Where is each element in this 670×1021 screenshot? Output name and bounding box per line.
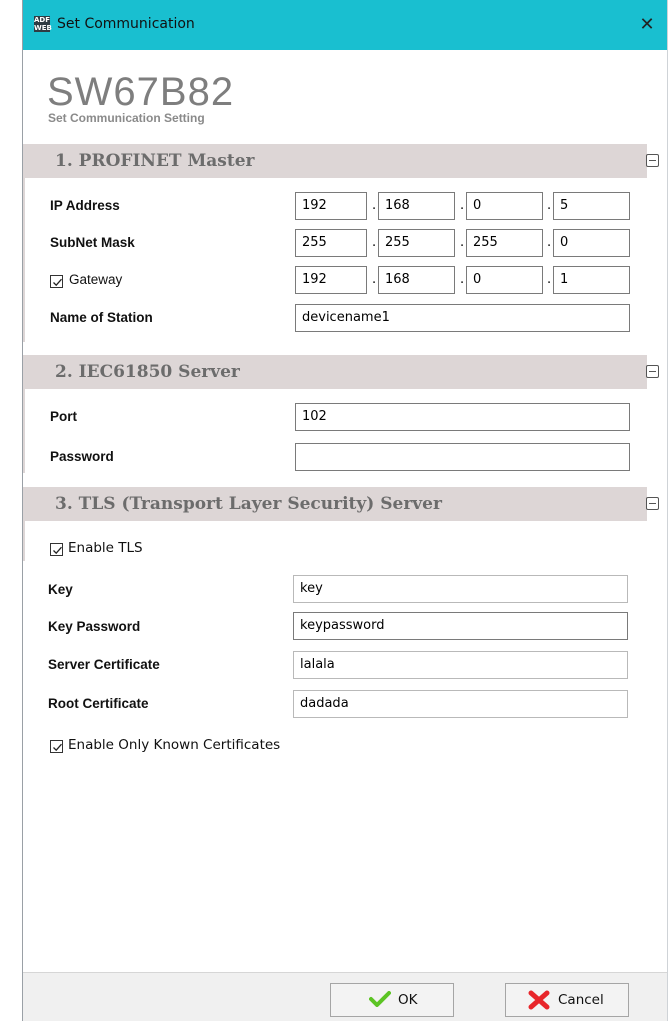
gateway-octet-1-input[interactable]: 192 <box>295 266 367 294</box>
page-subtitle: Set Communication Setting <box>48 111 205 125</box>
dialog-content: SW67B82 Set Communication Setting 1. PRO… <box>23 50 667 972</box>
ip-separator: . <box>547 198 552 213</box>
subnet-separator: . <box>372 235 377 250</box>
key-password-input[interactable]: keypassword <box>293 612 628 640</box>
section-title: 1. PROFINET Master <box>55 151 255 171</box>
ip-octet-1-input[interactable]: 192 <box>295 192 367 220</box>
password-input[interactable] <box>295 443 630 471</box>
section-tls-header[interactable]: 3. TLS (Transport Layer Security) Server <box>23 487 659 521</box>
subnet-mask-label: SubNet Mask <box>50 235 135 250</box>
subnet-octet-2-input[interactable]: 255 <box>378 229 455 257</box>
key-input[interactable]: key <box>293 575 628 603</box>
ip-octet-2-input[interactable]: 168 <box>378 192 455 220</box>
cancel-x-icon <box>528 990 550 1010</box>
gateway-octet-4-input[interactable]: 1 <box>553 266 630 294</box>
port-input[interactable]: 102 <box>295 403 630 431</box>
key-password-label: Key Password <box>48 619 141 634</box>
ok-button[interactable]: OK <box>330 983 454 1017</box>
subnet-octet-3-input[interactable]: 255 <box>466 229 543 257</box>
section-iec61850-header[interactable]: 2. IEC61850 Server <box>23 355 659 389</box>
section-profinet-header[interactable]: 1. PROFINET Master <box>23 144 659 178</box>
subnet-separator: . <box>460 235 465 250</box>
station-name-label: Name of Station <box>50 310 153 325</box>
gateway-octet-2-input[interactable]: 168 <box>378 266 455 294</box>
ok-label: OK <box>398 992 418 1008</box>
known-certificates-checkbox[interactable] <box>50 740 63 753</box>
section-title: 2. IEC61850 Server <box>55 362 240 382</box>
gateway-octet-3-input[interactable]: 0 <box>466 266 543 294</box>
section-profinet-body: IP Address 192 . 168 . 0 . 5 SubNet Mask… <box>23 178 669 342</box>
dialog-footer: OK Cancel <box>23 972 667 1021</box>
title-bar[interactable]: ADF WEB Set Communication ✕ <box>23 0 667 50</box>
section-title: 3. TLS (Transport Layer Security) Server <box>55 494 442 514</box>
collapse-icon[interactable] <box>646 365 659 378</box>
ip-separator: . <box>372 198 377 213</box>
check-icon <box>53 546 62 555</box>
server-certificate-label: Server Certificate <box>48 657 160 672</box>
known-certificates-label: Enable Only Known Certificates <box>68 737 281 753</box>
check-icon <box>369 991 391 1007</box>
station-name-input[interactable]: devicename1 <box>295 304 630 332</box>
close-button[interactable]: ✕ <box>627 0 667 50</box>
root-certificate-label: Root Certificate <box>48 696 149 711</box>
product-code: SW67B82 <box>47 70 235 114</box>
ip-separator: . <box>460 198 465 213</box>
ip-octet-3-input[interactable]: 0 <box>466 192 543 220</box>
key-label: Key <box>48 582 73 597</box>
window-title: Set Communication <box>57 16 195 32</box>
password-label: Password <box>50 449 114 464</box>
gateway-separator: . <box>547 272 552 287</box>
gateway-separator: . <box>460 272 465 287</box>
subnet-separator: . <box>547 235 552 250</box>
port-label: Port <box>50 409 77 424</box>
collapse-icon[interactable] <box>646 154 659 167</box>
subnet-octet-4-input[interactable]: 0 <box>553 229 630 257</box>
enable-tls-label: Enable TLS <box>68 540 143 556</box>
ip-octet-4-input[interactable]: 5 <box>553 192 630 220</box>
cancel-label: Cancel <box>558 992 604 1008</box>
gateway-separator: . <box>372 272 377 287</box>
subnet-octet-1-input[interactable]: 255 <box>295 229 367 257</box>
gateway-checkbox[interactable] <box>50 275 63 288</box>
check-icon <box>53 743 62 752</box>
app-logo-icon: ADF WEB <box>34 16 52 32</box>
enable-tls-checkbox[interactable] <box>50 543 63 556</box>
server-certificate-input[interactable]: lalala <box>293 651 628 679</box>
root-certificate-input[interactable]: dadada <box>293 690 628 718</box>
collapse-icon[interactable] <box>646 497 659 510</box>
gateway-label: Gateway <box>69 272 123 287</box>
check-icon <box>53 278 62 287</box>
ip-address-label: IP Address <box>50 198 120 213</box>
section-iec61850-body: Port 102 Password <box>23 389 669 473</box>
cancel-button[interactable]: Cancel <box>505 983 629 1017</box>
set-communication-window: ADF WEB Set Communication ✕ SW67B82 Set C… <box>22 0 668 1021</box>
